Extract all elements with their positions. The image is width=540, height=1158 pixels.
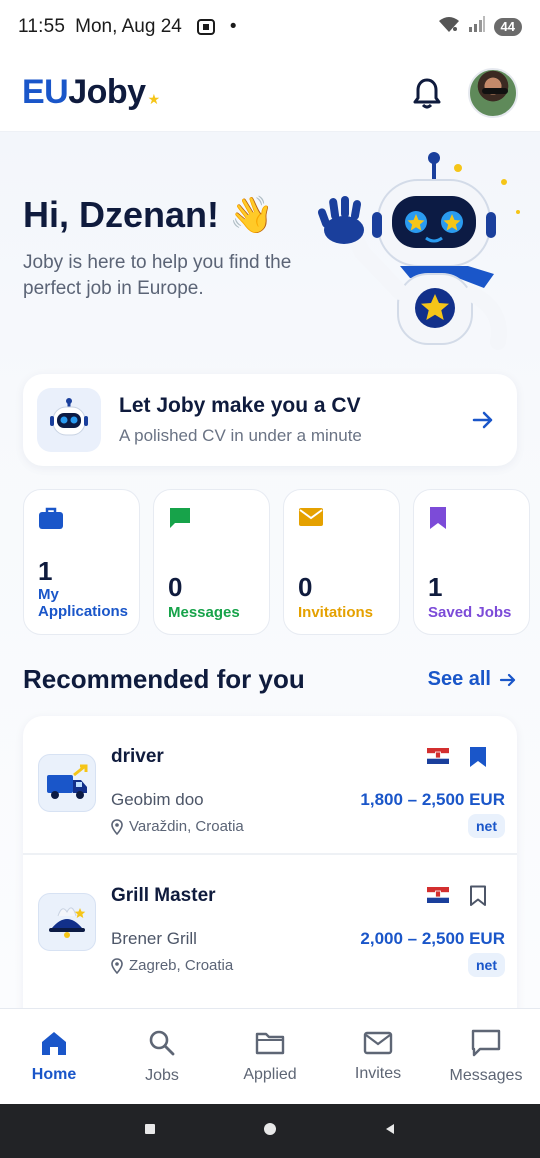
stat-count: 1	[38, 556, 53, 586]
chat-icon	[471, 1029, 501, 1056]
signal-icon	[468, 15, 486, 39]
wifi-icon	[438, 15, 460, 39]
job-card[interactable]: Grill Master Brener Grill 2,000 – 2,500 …	[23, 853, 517, 990]
nav-invites[interactable]: Invites	[324, 1009, 432, 1104]
system-navigation-bar	[0, 1104, 540, 1158]
job-company: Brener Grill	[111, 929, 197, 948]
stat-count: 1	[428, 572, 443, 602]
bookmark-icon	[428, 506, 448, 535]
notification-dot: •	[229, 16, 237, 37]
stat-label: My Applications	[38, 586, 129, 620]
cv-card-title: Let Joby make you a CV	[119, 394, 361, 417]
folder-icon	[255, 1032, 285, 1054]
stats-row: 1 My Applications 0 Messages 0 Invitatio…	[23, 489, 530, 635]
recommended-header: Recommended for you See all	[23, 664, 517, 695]
briefcase-icon	[38, 506, 64, 535]
arrow-right-icon[interactable]	[471, 408, 495, 432]
nav-home[interactable]: Home	[0, 1009, 108, 1104]
app-logo[interactable]: EU Joby ★	[22, 73, 160, 112]
arrow-right-icon	[499, 673, 516, 686]
bookmark-outline-icon[interactable]	[469, 885, 487, 912]
app-header: EU Joby ★	[0, 54, 540, 132]
job-location-text: Varaždin, Croatia	[129, 818, 244, 835]
job-location: Varaždin, Croatia	[111, 818, 244, 835]
croatia-flag-icon	[427, 887, 449, 908]
create-cv-card[interactable]: Let Joby make you a CV A polished CV in …	[23, 374, 517, 466]
job-salary: 1,800 – 2,500 EUR	[360, 790, 505, 809]
robot-avatar-icon	[37, 388, 101, 452]
recommended-jobs-list: driver Geobim doo 1,800 – 2,500 EUR Vara…	[23, 716, 517, 1008]
croatia-flag-icon	[427, 748, 449, 769]
mail-icon	[298, 506, 324, 533]
hero-section: Hi, Dzenan! 👋 Joby is here to help you f…	[0, 132, 540, 352]
status-bar: 11:55 Mon, Aug 24 • 44	[0, 0, 540, 54]
stat-label: Invitations	[298, 604, 374, 621]
location-pin-icon	[111, 957, 123, 974]
cv-card-subtitle: A polished CV in under a minute	[119, 426, 362, 445]
nav-jobs[interactable]: Jobs	[108, 1009, 216, 1104]
logo-star: ★	[147, 91, 161, 107]
stat-invitations[interactable]: 0 Invitations	[283, 489, 400, 635]
screenshot-icon	[196, 17, 216, 37]
net-badge: net	[468, 953, 505, 977]
stat-saved-jobs[interactable]: 1 Saved Jobs	[413, 489, 530, 635]
status-time: 11:55	[18, 16, 66, 37]
job-title: driver	[111, 746, 164, 767]
nav-label: Home	[31, 1065, 77, 1083]
net-badge: net	[468, 814, 505, 838]
bottom-navigation: Home Jobs Applied Invites Messages	[0, 1008, 540, 1104]
job-salary: 2,000 – 2,500 EUR	[360, 929, 505, 948]
job-location: Zagreb, Croatia	[111, 957, 233, 974]
nav-label: Jobs	[145, 1066, 179, 1084]
status-date: Mon, Aug 24	[75, 16, 182, 37]
bookmark-filled-icon[interactable]	[469, 746, 487, 773]
nav-applied[interactable]: Applied	[216, 1009, 324, 1104]
grill-chef-icon	[38, 893, 96, 951]
bell-icon[interactable]	[412, 77, 442, 109]
job-location-text: Zagreb, Croatia	[129, 957, 234, 974]
battery-indicator: 44	[493, 18, 522, 36]
nav-label: Invites	[354, 1064, 402, 1082]
logo-joby: Joby	[68, 73, 146, 111]
avatar[interactable]	[468, 67, 518, 118]
job-title: Grill Master	[111, 885, 216, 906]
robot-mascot-icon	[317, 152, 520, 350]
job-company: Geobim doo	[111, 790, 204, 809]
recommended-title: Recommended for you	[23, 664, 305, 694]
stat-count: 0	[168, 572, 183, 602]
stat-count: 0	[298, 572, 313, 602]
home-icon	[42, 1031, 66, 1055]
nav-messages[interactable]: Messages	[432, 1009, 540, 1104]
see-all-link[interactable]: See all	[428, 668, 517, 691]
chat-icon	[168, 506, 192, 535]
search-icon	[149, 1030, 175, 1055]
truck-icon	[38, 754, 96, 812]
home-button[interactable]	[263, 1122, 277, 1141]
stat-label: Saved Jobs	[428, 604, 512, 621]
back-button[interactable]	[384, 1122, 396, 1140]
greeting-subtitle: Joby is here to help you find the perfec…	[23, 252, 292, 299]
home-scroll[interactable]: Hi, Dzenan! 👋 Joby is here to help you f…	[0, 132, 540, 1008]
logo-eu: EU	[22, 73, 69, 111]
stat-label: Messages	[168, 604, 240, 621]
nav-label: Applied	[243, 1065, 297, 1083]
see-all-label: See all	[427, 668, 491, 690]
stat-my-applications[interactable]: 1 My Applications	[23, 489, 140, 635]
greeting-heading: Hi, Dzenan! 👋	[23, 194, 274, 235]
recents-button[interactable]	[144, 1122, 156, 1140]
mail-icon	[363, 1031, 393, 1054]
location-pin-icon	[111, 818, 123, 835]
job-card[interactable]: driver Geobim doo 1,800 – 2,500 EUR Vara…	[23, 716, 517, 853]
nav-label: Messages	[449, 1066, 523, 1084]
stat-messages[interactable]: 0 Messages	[153, 489, 270, 635]
